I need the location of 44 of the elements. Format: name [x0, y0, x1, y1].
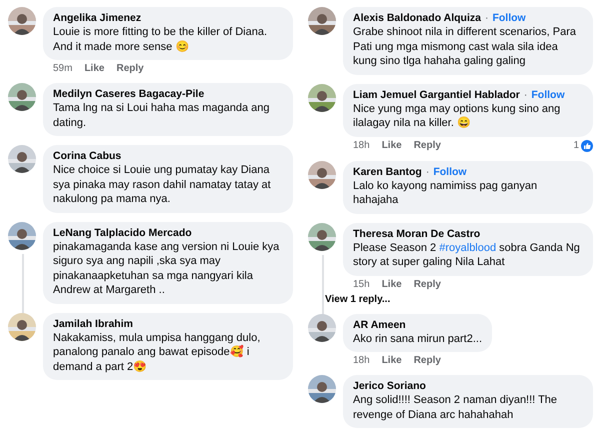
reply-link[interactable]: Reply	[414, 355, 441, 366]
like-link[interactable]: Like	[382, 140, 402, 151]
like-link[interactable]: Like	[382, 278, 402, 290]
like-link[interactable]: Like	[382, 355, 402, 366]
comment-time: 18h	[353, 140, 370, 151]
author-name[interactable]: Jerico Soriano	[353, 380, 426, 392]
author-name[interactable]: Angelika Jimenez	[53, 12, 142, 24]
separator-dot: ·	[484, 12, 488, 24]
reaction-count: 1	[573, 140, 579, 151]
view-replies-link[interactable]: View 1 reply...	[325, 294, 593, 304]
comment-text: Grabe shinoot nila in different scenarios, Para Pati ung mga mismong cast wala sila idea kung sino tlga hahaha galing galing	[353, 25, 577, 68]
author-name[interactable]: Jamilah Ibrahim	[53, 318, 133, 330]
separator-dot: ·	[426, 166, 430, 178]
comment-time: 15h	[353, 278, 370, 290]
comment-text: Tama lng na si Loui haha mas maganda ang dating.	[53, 101, 270, 130]
thumbs-up-icon	[581, 140, 593, 152]
author-name[interactable]: Karen Bantog	[353, 166, 422, 178]
like-link[interactable]: Like	[84, 63, 104, 74]
comment-time: 59m	[53, 63, 72, 74]
reply-link[interactable]: Reply	[414, 278, 441, 290]
comment-text: Nakakamiss, mula umpisa hanggang dulo, panalong panalo ang bawat episode🥰 i demand a part 2😍	[53, 330, 262, 374]
hashtag-link[interactable]: #royalblood	[439, 242, 496, 254]
comment-text: Nice yung mga may options kung sino ang ilalagay nila na killer. 😄	[353, 102, 562, 130]
author-name[interactable]: Medilyn Caseres Bagacay-Pile	[53, 88, 204, 100]
reply-link[interactable]: Reply	[414, 140, 441, 151]
author-name[interactable]: Theresa Moran De Castro	[353, 228, 480, 240]
author-name[interactable]: AR Ameen	[353, 318, 406, 330]
author-name[interactable]: LeNang Talplacido Mercado	[53, 226, 192, 238]
comment-text: pinakamaganda kase ang version ni Louie kya siguro sya ang napili ,ska sya may pinakanaapketuhan sa mga nangyari kila Andrew at Margareth ..	[53, 240, 280, 298]
follow-link[interactable]: Follow	[433, 166, 467, 178]
comment-text: Ako rin sana mirun part2...	[353, 332, 482, 346]
author-name[interactable]: Corina Cabus	[53, 150, 122, 162]
comment-time: 18h	[353, 355, 370, 366]
reply-link[interactable]: Reply	[116, 63, 144, 74]
separator-dot: ·	[524, 88, 528, 100]
follow-link[interactable]: Follow	[531, 88, 565, 100]
comment-text: Please Season 2 #royalblood sobra Ganda Ng story at super galing Nila Lahat	[353, 240, 581, 270]
comment-text: Ang solid!!!! Season 2 naman diyan!!! The revenge of Diana arc hahahahah	[353, 393, 558, 422]
follow-link[interactable]: Follow	[492, 12, 526, 24]
author-name[interactable]: Alexis Baldonado Alquiza	[353, 12, 481, 24]
comment-text: Louie is more fitting to be the killer of Diana. And it made more sense 😊	[53, 25, 268, 54]
comment-text: Nice choice si Louie ung pumatay kay Diana sya pinaka may rason dahil namatay tatay at nakulong pa mama nya.	[53, 163, 272, 206]
comment-text: Lalo ko kayong namimiss pag ganyan hahajaha	[353, 178, 538, 208]
author-name[interactable]: Liam Jemuel Gargantiel Hablador	[353, 88, 520, 100]
